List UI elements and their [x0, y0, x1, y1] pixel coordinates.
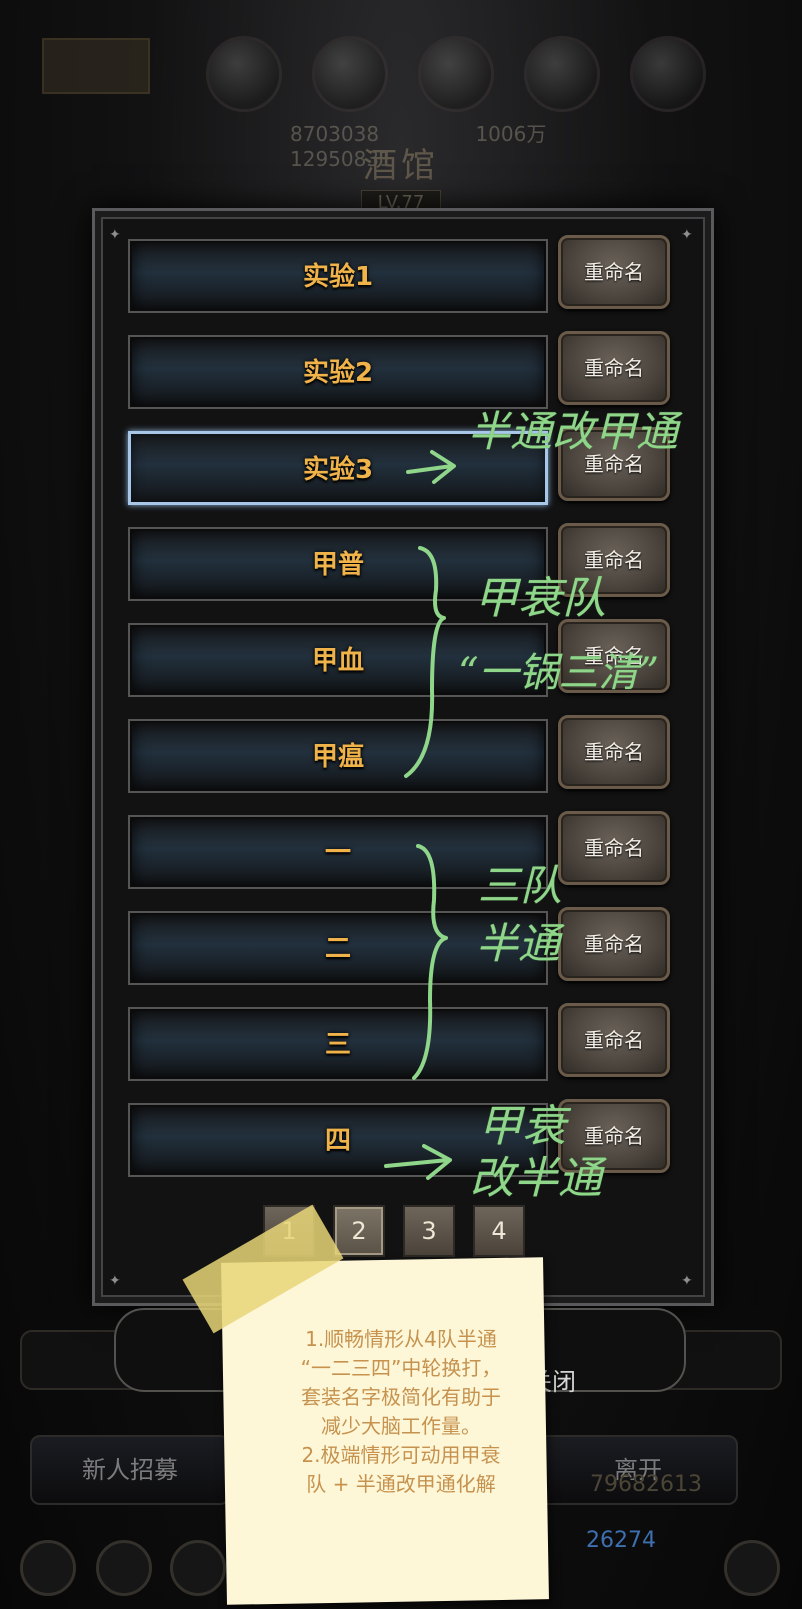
- team-name: 三: [324, 1030, 351, 1060]
- team-row: 三 重命名: [128, 1003, 718, 1083]
- corner-ornament-icon: ✦: [681, 1273, 693, 1289]
- note-line: 队 + 半通改甲通化解: [306, 1472, 496, 1496]
- rename-button[interactable]: 重命名: [558, 331, 670, 405]
- annotation-row10-sub: 改半通: [470, 1153, 602, 1204]
- menu-icon[interactable]: [170, 1540, 226, 1596]
- corner-ornament-icon: ✦: [109, 1273, 121, 1289]
- resource-orb-icon: [630, 36, 706, 112]
- note-line: 1.顺畅情形从4队半通: [305, 1327, 497, 1351]
- page-button-2[interactable]: 2: [333, 1205, 385, 1257]
- plus-icon[interactable]: [724, 1540, 780, 1596]
- rename-button[interactable]: 重命名: [558, 907, 670, 981]
- page-button-4[interactable]: 4: [473, 1205, 525, 1257]
- corner-ornament-icon: ✦: [109, 227, 121, 243]
- annotation-three-team-sub: 半通: [476, 919, 561, 968]
- note-line: “一二三四”中轮换打，: [300, 1356, 502, 1380]
- note-text: 1.顺畅情形从4队半通 “一二三四”中轮换打， 套装名字极简化有助于 减少大脑工…: [256, 1325, 546, 1499]
- resource-bar: [0, 30, 802, 112]
- badge-icon[interactable]: [96, 1540, 152, 1596]
- team-row: 一重命名: [128, 811, 718, 891]
- recruit-button[interactable]: 新人招募: [30, 1435, 230, 1505]
- team-row: 甲普 重命名: [128, 523, 718, 603]
- team-name: 实验2: [302, 358, 374, 388]
- coin-balance: 79682613: [590, 1472, 702, 1497]
- gem-balance: 26274: [586, 1528, 656, 1553]
- resource-orb-icon: [206, 36, 282, 112]
- team-row: 实验1 重命名: [128, 235, 718, 315]
- annotation-row3: 半通改甲通: [468, 407, 679, 456]
- rename-button[interactable]: 重命名: [558, 235, 670, 309]
- page-button-3[interactable]: 3: [403, 1205, 455, 1257]
- team-select-dialog: ✦ ✦ ✦ ✦ 实验1 重命名 实验2 重命名 实验3 重命名 甲普 重命名 甲血 重命名 甲瘟 重命…: [92, 208, 714, 1306]
- team-row: 甲瘟 重命名: [128, 715, 718, 795]
- team-name: 实验1: [302, 262, 374, 292]
- team-slot[interactable]: 甲瘟: [128, 719, 548, 793]
- rename-button[interactable]: 重命名: [558, 811, 670, 885]
- annotation-jia-team: 甲衰队: [474, 573, 606, 624]
- team-slot[interactable]: 三: [128, 1007, 548, 1081]
- resource-orb-icon: [312, 36, 388, 112]
- annotation-three-team: 三队: [478, 861, 563, 910]
- resource-orb-icon: [418, 36, 494, 112]
- note-line: 2.极端情形可动用甲衰: [301, 1443, 501, 1467]
- team-row: 四重命名: [128, 1099, 718, 1179]
- team-row: 二重命名: [128, 907, 718, 987]
- rename-button[interactable]: 重命名: [558, 715, 670, 789]
- team-slot[interactable]: 实验1: [128, 239, 548, 313]
- settings-icon[interactable]: [20, 1540, 76, 1596]
- annotation-jia-sub: “一锅三清”: [458, 650, 659, 696]
- note-line: 减少大脑工作量。: [321, 1414, 481, 1438]
- resource-orb-icon: [524, 36, 600, 112]
- note-line: 套装名字极简化有助于: [301, 1385, 501, 1409]
- team-name: 甲瘟: [311, 742, 364, 772]
- rename-button[interactable]: 重命名: [558, 1003, 670, 1077]
- tavern-title: 酒馆: [363, 146, 439, 186]
